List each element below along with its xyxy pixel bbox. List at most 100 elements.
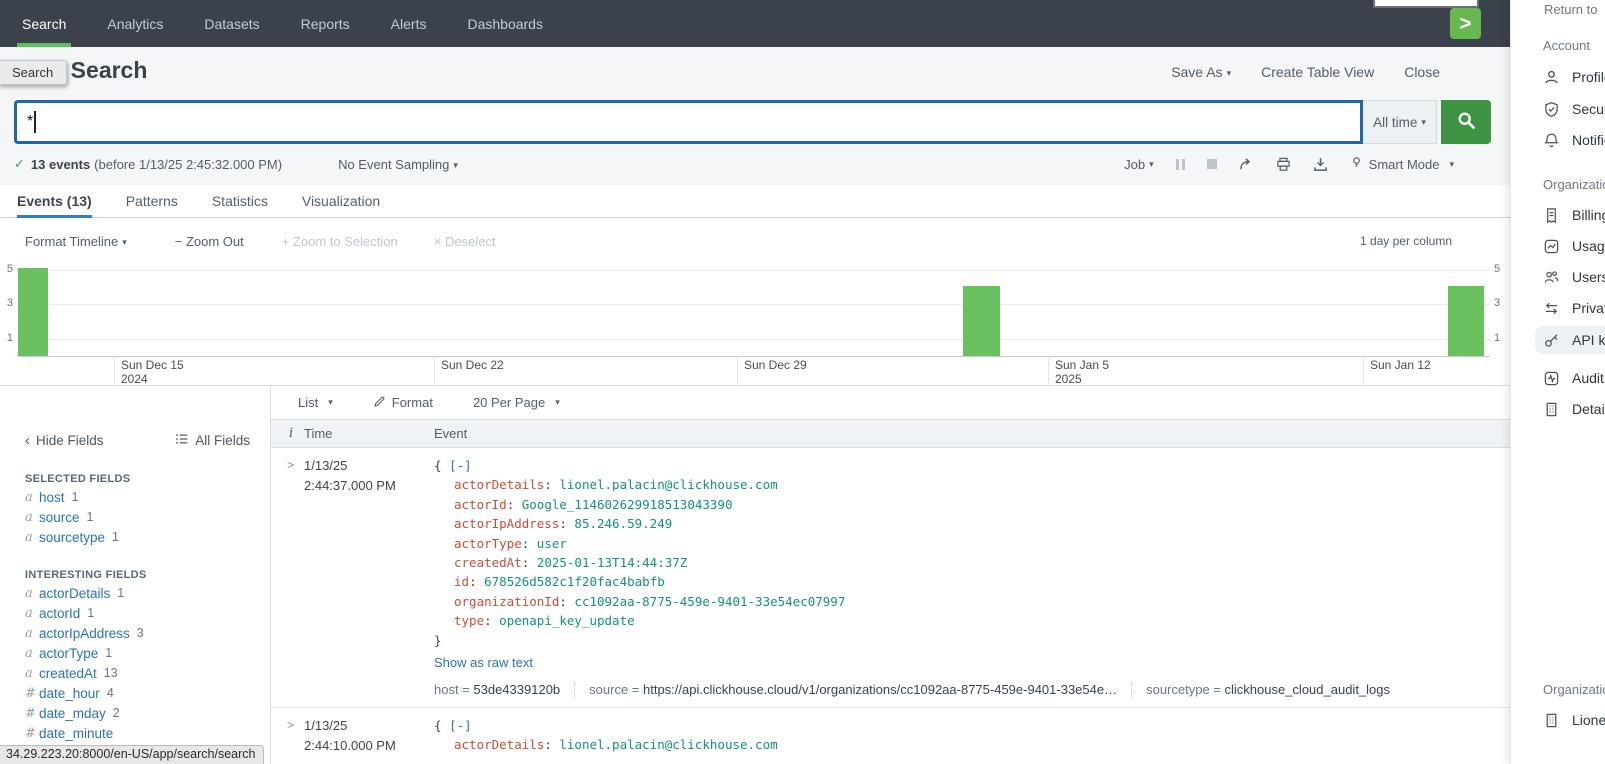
- field-item[interactable]: aactorIpAddress3: [0, 623, 270, 643]
- search-button[interactable]: [1441, 100, 1491, 144]
- sidebar-item-lionel[interactable]: Lionel: [1535, 706, 1605, 734]
- format-results-button[interactable]: Format: [373, 395, 433, 411]
- event-sampling-dropdown[interactable]: No Event Sampling▾: [338, 157, 458, 172]
- create-table-view-button[interactable]: Create Table View: [1261, 64, 1374, 80]
- field-item[interactable]: ahost1: [0, 487, 270, 507]
- field-item[interactable]: aactorDetails1: [0, 583, 270, 603]
- list-view-dropdown[interactable]: List▾: [298, 395, 333, 410]
- all-fields-button[interactable]: All Fields: [175, 432, 250, 449]
- meta-field-sourcetype[interactable]: sourcetype = clickhouse_cloud_audit_logs: [1146, 682, 1390, 697]
- search-input[interactable]: *: [14, 100, 1363, 144]
- sidebar-item-profile[interactable]: Profile: [1535, 63, 1605, 91]
- field-link[interactable]: date_hour: [39, 686, 100, 701]
- per-page-dropdown[interactable]: 20 Per Page▾: [473, 395, 560, 410]
- sidebar-item-billing[interactable]: Billing: [1535, 201, 1605, 229]
- tab-statistics[interactable]: Statistics: [212, 185, 268, 217]
- smart-mode-dropdown[interactable]: Smart Mode▾: [1350, 156, 1454, 172]
- collapse-json-link[interactable]: [-]: [449, 718, 472, 733]
- chevron-down-icon: ▾: [122, 237, 127, 247]
- search-bar: * All time▾: [14, 100, 1491, 144]
- nav-item-reports[interactable]: Reports: [299, 0, 352, 47]
- save-as-button[interactable]: Save As▾: [1171, 64, 1231, 80]
- chevron-down-icon: ▾: [1449, 159, 1454, 170]
- json-value: 85.246.59.249: [574, 516, 672, 531]
- field-item[interactable]: #date_minute: [0, 723, 270, 743]
- sidebar-item-users[interactable]: Users: [1535, 263, 1605, 291]
- field-link[interactable]: sourcetype: [39, 530, 105, 545]
- field-item[interactable]: acreatedAt13: [0, 663, 270, 683]
- json-key: organizationId: [454, 594, 559, 609]
- sidebar-item-notifications[interactable]: Notifications: [1535, 126, 1605, 154]
- interesting-fields-title: INTERESTING FIELDS: [0, 547, 270, 583]
- export-download-icon[interactable]: [1313, 157, 1328, 172]
- x-tick-label: Sun Dec 15 2024: [121, 358, 184, 386]
- nav-item-analytics[interactable]: Analytics: [105, 0, 165, 47]
- field-item[interactable]: aactorType1: [0, 643, 270, 663]
- sidebar-item-usage[interactable]: Usage: [1535, 232, 1605, 260]
- timeline-bar[interactable]: [1448, 286, 1484, 356]
- meta-field-host[interactable]: host = 53de4339120b: [434, 682, 560, 697]
- field-link[interactable]: createdAt: [39, 666, 97, 681]
- sidebar-item-label: API keys: [1572, 332, 1605, 348]
- chevron-down-icon: ▾: [555, 397, 560, 408]
- nav-item-datasets[interactable]: Datasets: [202, 0, 261, 47]
- nav-find-input[interactable]: [1373, 0, 1479, 8]
- print-icon[interactable]: [1276, 157, 1291, 172]
- field-item[interactable]: asource1: [0, 507, 270, 527]
- sidebar-item-private[interactable]: Private: [1535, 294, 1605, 322]
- timeline-bar[interactable]: [963, 286, 1000, 356]
- job-menu-button[interactable]: Job▾: [1124, 157, 1154, 172]
- hide-fields-button[interactable]: ‹Hide Fields: [25, 433, 104, 448]
- pencil-icon: [373, 395, 386, 411]
- field-link[interactable]: actorDetails: [39, 586, 110, 601]
- field-item[interactable]: #date_hour4: [0, 683, 270, 703]
- header-actions: Save As▾ Create Table View Close: [1171, 64, 1440, 80]
- expand-chevron-icon[interactable]: >: [271, 456, 304, 697]
- tab-events[interactable]: Events (13): [17, 185, 92, 217]
- event-cell: { [-]actorDetails: lionel.palacin@clickh…: [434, 456, 1510, 697]
- field-link[interactable]: source: [39, 510, 80, 525]
- format-timeline-dropdown[interactable]: Format Timeline▾: [25, 234, 127, 249]
- field-link[interactable]: actorId: [39, 606, 80, 621]
- show-raw-text-link[interactable]: Show as raw text: [434, 655, 533, 670]
- tab-visualization[interactable]: Visualization: [302, 185, 380, 217]
- sidebar-item-security[interactable]: Security: [1535, 95, 1605, 123]
- json-close-line: }: [434, 631, 1510, 650]
- share-icon[interactable]: [1239, 157, 1254, 172]
- tab-patterns[interactable]: Patterns: [126, 185, 178, 217]
- close-button[interactable]: Close: [1404, 64, 1440, 80]
- nav-item-search[interactable]: Search: [20, 0, 68, 47]
- json-key: type: [454, 613, 484, 628]
- sidebar-item-details[interactable]: Details: [1535, 395, 1605, 423]
- event-time: 1/13/252:44:10.000 PM: [304, 716, 434, 756]
- field-link[interactable]: actorType: [39, 646, 98, 661]
- gridline: [17, 304, 1490, 305]
- return-to-link[interactable]: Return to: [1544, 2, 1597, 17]
- json-value: openapi_key_update: [499, 613, 634, 628]
- event-clock: 2:44:10.000 PM: [304, 736, 434, 756]
- field-link[interactable]: host: [39, 490, 65, 505]
- field-item[interactable]: aactorId1: [0, 603, 270, 623]
- json-key: actorDetails: [454, 737, 544, 752]
- field-item[interactable]: #date_mday2: [0, 703, 270, 723]
- settings-side-panel: Return to Account Profile Security Notifica…: [1510, 0, 1605, 764]
- sidebar-item-audit[interactable]: Audit: [1535, 364, 1605, 392]
- field-count: 13: [104, 666, 118, 680]
- event-json: { [-]actorDetails: lionel.palacin@clickh…: [434, 456, 1510, 650]
- timeline-bar[interactable]: [18, 268, 48, 356]
- timeline-chart[interactable]: 553311Sun Dec 15 2024Sun Dec 22Sun Dec 2…: [0, 258, 1510, 386]
- nav-item-alerts[interactable]: Alerts: [389, 0, 429, 47]
- meta-field-source[interactable]: source = https://api.clickhouse.cloud/v1…: [589, 682, 1117, 697]
- section-label: Account: [1543, 38, 1590, 53]
- field-item[interactable]: asourcetype1: [0, 527, 270, 547]
- nav-item-dashboards[interactable]: Dashboards: [465, 0, 545, 47]
- sidebar-item-api-keys[interactable]: API keys: [1535, 326, 1605, 354]
- collapse-json-link[interactable]: [-]: [449, 458, 472, 473]
- chevron-down-icon: ▾: [453, 160, 458, 170]
- field-link[interactable]: date_minute: [39, 726, 113, 741]
- field-link[interactable]: date_mday: [39, 706, 106, 721]
- field-link[interactable]: actorIpAddress: [39, 626, 130, 641]
- zoom-out-button[interactable]: − Zoom Out: [175, 234, 244, 249]
- time-range-picker[interactable]: All time▾: [1363, 100, 1437, 144]
- expand-chevron-icon[interactable]: >: [271, 716, 304, 756]
